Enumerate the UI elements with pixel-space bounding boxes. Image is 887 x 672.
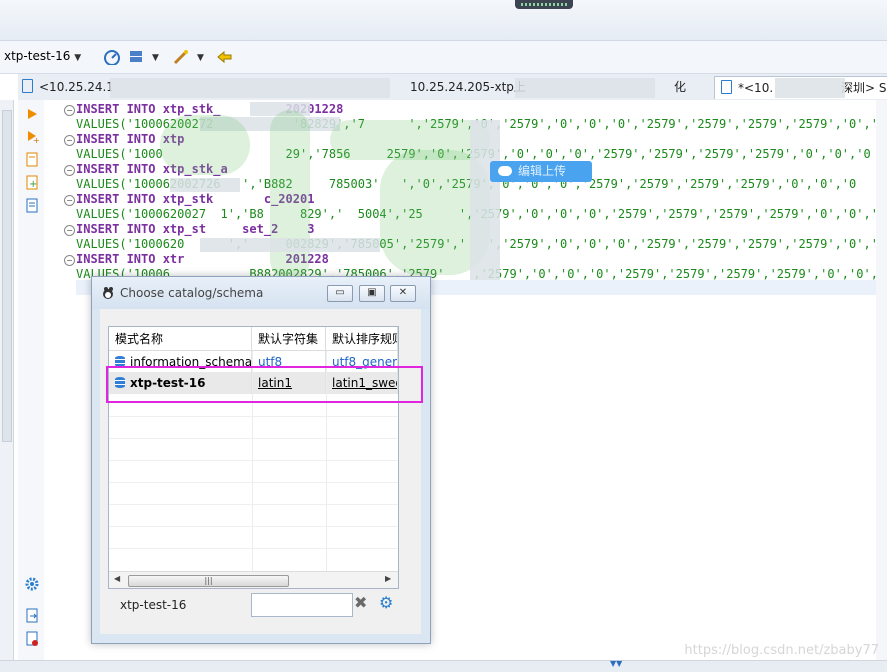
export-icon[interactable] [25, 608, 39, 624]
dialog-title-bar[interactable]: Choose catalog/schema ▭ ▣ ✕ [92, 277, 430, 309]
redaction-block [200, 238, 380, 252]
fold-toggle-icon[interactable]: − [64, 105, 75, 116]
column-header-collation[interactable]: 默认排序规则 [326, 327, 398, 351]
gear-icon[interactable] [25, 577, 39, 591]
sql-file-icon [22, 79, 33, 93]
minimize-button[interactable]: ▭ [327, 285, 353, 302]
status-bar: ▼▼ [0, 659, 887, 672]
sql-file-icon [721, 80, 732, 94]
redaction-block [470, 120, 500, 280]
speedometer-icon[interactable] [103, 49, 121, 65]
clear-filter-icon[interactable]: ✖ [354, 593, 367, 612]
tab-editor-2[interactable]: 10.25.24.205-xtp上 [410, 76, 530, 98]
maximize-button[interactable]: ▣ [359, 285, 385, 302]
horizontal-scrollbar[interactable]: ◀ ||| ▶ [109, 571, 398, 588]
redaction-block [110, 78, 390, 98]
selection-highlight-box [106, 366, 423, 403]
watermark-stroke [160, 115, 250, 175]
fold-toggle-icon[interactable]: − [64, 195, 75, 206]
script-icon[interactable] [25, 152, 39, 168]
dialog-title: Choose catalog/schema [120, 286, 264, 300]
column-header-name[interactable]: 模式名称 [109, 327, 252, 351]
scroll-right-icon[interactable]: ▶ [385, 574, 391, 583]
column-header-charset[interactable]: 默认字符集 [252, 327, 326, 351]
empty-row [109, 438, 398, 439]
svg-text:+: + [29, 179, 37, 190]
tab-editor-1[interactable]: <10.25.24.1 [22, 76, 112, 98]
cloud-icon [498, 166, 512, 176]
chevron-down-icon[interactable]: ▼▼ [610, 659, 622, 668]
right-scrollbar[interactable] [876, 100, 887, 660]
empty-row [109, 504, 398, 505]
close-button[interactable]: ✕ [390, 285, 416, 302]
run-selected-icon[interactable]: + [26, 130, 40, 144]
empty-row [109, 460, 398, 461]
editor-side-toolbar: + + [18, 100, 45, 660]
gear-icon[interactable]: ⚙ [379, 593, 393, 612]
redaction-block [170, 178, 240, 192]
empty-row [109, 548, 398, 549]
chevron-down-icon: ▼ [74, 53, 82, 63]
scroll-thumb[interactable]: ||| [128, 575, 289, 587]
scroll-left-icon[interactable]: ◀ [114, 574, 120, 583]
server-icon[interactable] [127, 49, 145, 65]
fold-toggle-icon[interactable]: − [64, 165, 75, 176]
empty-row [109, 526, 398, 527]
watermark-text: https://blog.csdn.net/zbaby77 [684, 643, 879, 658]
fold-toggle-icon[interactable]: − [64, 225, 75, 236]
fold-toggle-icon[interactable]: − [64, 135, 75, 146]
run-icon[interactable] [26, 108, 38, 120]
wand-icon[interactable] [172, 49, 190, 65]
watermark-stroke [270, 110, 310, 280]
redaction-block [515, 78, 655, 98]
add-script-icon[interactable]: + [25, 175, 39, 191]
empty-row [109, 416, 398, 417]
format-icon[interactable] [25, 198, 39, 214]
chevron-down-icon[interactable]: ▼ [197, 53, 204, 63]
tab-editor-2-suffix: 化 [674, 80, 687, 94]
redaction-block [775, 78, 845, 98]
cloud-upload-button[interactable]: 编辑上传 [490, 161, 592, 182]
left-gutter [0, 100, 14, 660]
empty-row [109, 482, 398, 483]
connection-select[interactable]: xtp-test-16 ▼ [4, 49, 81, 63]
fold-toggle-icon[interactable]: − [64, 255, 75, 266]
back-arrow-icon[interactable] [216, 49, 234, 65]
svg-text:+: + [33, 136, 40, 144]
main-toolbar: xtp-test-16 ▼ ▼ ▼ [0, 41, 887, 74]
choose-schema-dialog: Choose catalog/schema ▭ ▣ ✕ 模式名称 默认字符集 默… [91, 276, 431, 644]
app-icon [103, 287, 113, 299]
left-scrollbar[interactable] [2, 110, 12, 442]
filter-input[interactable] [251, 593, 353, 617]
status-indicator [515, 0, 573, 9]
chevron-down-icon[interactable]: ▼ [152, 53, 159, 63]
connection-select-value: xtp-test-16 [4, 49, 71, 63]
selected-schema-label: xtp-test-16 [120, 598, 187, 612]
error-log-icon[interactable] [25, 631, 39, 647]
window-top-strip [0, 0, 887, 41]
